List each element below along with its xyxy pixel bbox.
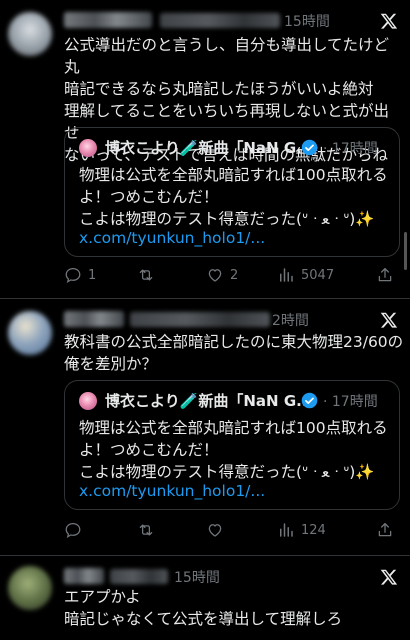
like-button[interactable]: 2 [206,266,238,284]
repost-icon [139,524,153,536]
repost-button[interactable] [137,266,161,284]
post-time[interactable]: 15時間 [284,11,330,31]
share-icon [378,522,392,537]
quoted-text: 物理は公式を全部丸暗記すれば100点取れる よ！つめこむんだ！ こよは物理のテス… [79,419,388,481]
quoted-author-name: 博衣こより🧪新曲「NaN G... [105,392,314,410]
reply-count: 1 [88,267,97,283]
views-button[interactable]: 124 [277,521,326,539]
x-logo-icon [380,13,398,29]
avatar[interactable] [8,311,52,355]
avatar[interactable] [8,566,52,610]
author-handle[interactable] [160,13,280,28]
post-text: 教科書の公式全部暗記したのに東大物理23/60の 俺を差別か？ [64,333,404,373]
quoted-link[interactable]: x.com/tyunkun_holo1/... [79,229,265,247]
heart-icon [208,524,222,537]
author-handle[interactable] [110,569,168,584]
post-time[interactable]: 15時間 [174,567,220,587]
quoted-text: 物理は公式を全部丸暗記すれば100点取れる よ！つめこむんだ！ こよは物理のテス… [79,166,388,228]
views-chart-icon [280,268,293,282]
reply-button[interactable] [64,521,88,539]
action-bar: 124 [64,521,400,543]
quoted-author-name: 博衣こより🧪新曲「NaN G... [105,139,314,157]
quoted-post[interactable]: 博衣こより🧪新曲「NaN G... · 17時間 物理は公式を全部丸暗記すれば1… [64,127,400,257]
quoted-post[interactable]: 博衣こより🧪新曲「NaN G... · 17時間 物理は公式を全部丸暗記すれば1… [64,380,400,510]
author-name[interactable] [64,12,152,28]
post-2[interactable]: 2時間 教科書の公式全部暗記したのに東大物理23/60の 俺を差別か？ 博衣こよ… [0,299,410,555]
reply-button[interactable]: 1 [64,266,96,284]
repost-button[interactable] [137,521,161,539]
share-icon [378,267,392,282]
quoted-avatar [79,139,97,157]
heart-icon [208,269,222,282]
quoted-time: · 17時間 [323,394,378,410]
share-button[interactable] [376,266,394,284]
quoted-time: · 17時間 [323,141,378,157]
views-button[interactable]: 5047 [277,266,334,284]
views-chart-icon [280,523,293,537]
post-text: エアプかよ 暗記じゃなくて公式を導出して理解しろ [64,588,343,628]
verified-badge-icon [301,139,318,156]
verified-badge-icon [301,392,318,409]
like-count: 2 [230,267,239,283]
like-button[interactable] [206,521,230,539]
share-button[interactable] [376,521,394,539]
quoted-avatar [79,392,97,410]
avatar[interactable] [8,12,52,56]
reply-icon [65,522,81,539]
author-handle[interactable] [130,312,270,327]
x-logo-icon [380,569,398,585]
x-logo-icon [380,312,398,328]
views-count: 124 [301,522,326,538]
action-bar: 1 2 5047 [64,266,400,288]
post-3[interactable]: 15時間 エアプかよ 暗記じゃなくて公式を導出して理解しろ [0,556,410,640]
author-name[interactable] [64,568,104,584]
quoted-link[interactable]: x.com/tyunkun_holo1/... [79,482,265,500]
views-count: 5047 [301,267,335,283]
reply-icon [65,267,81,284]
scrollbar[interactable] [404,232,407,270]
post-1[interactable]: 15時間 公式導出だのと言うし、自分も導出してたけど丸 暗記できるなら丸暗記した… [0,0,410,298]
author-name[interactable] [64,311,124,327]
post-time[interactable]: 2時間 [272,310,309,330]
repost-icon [139,269,153,281]
